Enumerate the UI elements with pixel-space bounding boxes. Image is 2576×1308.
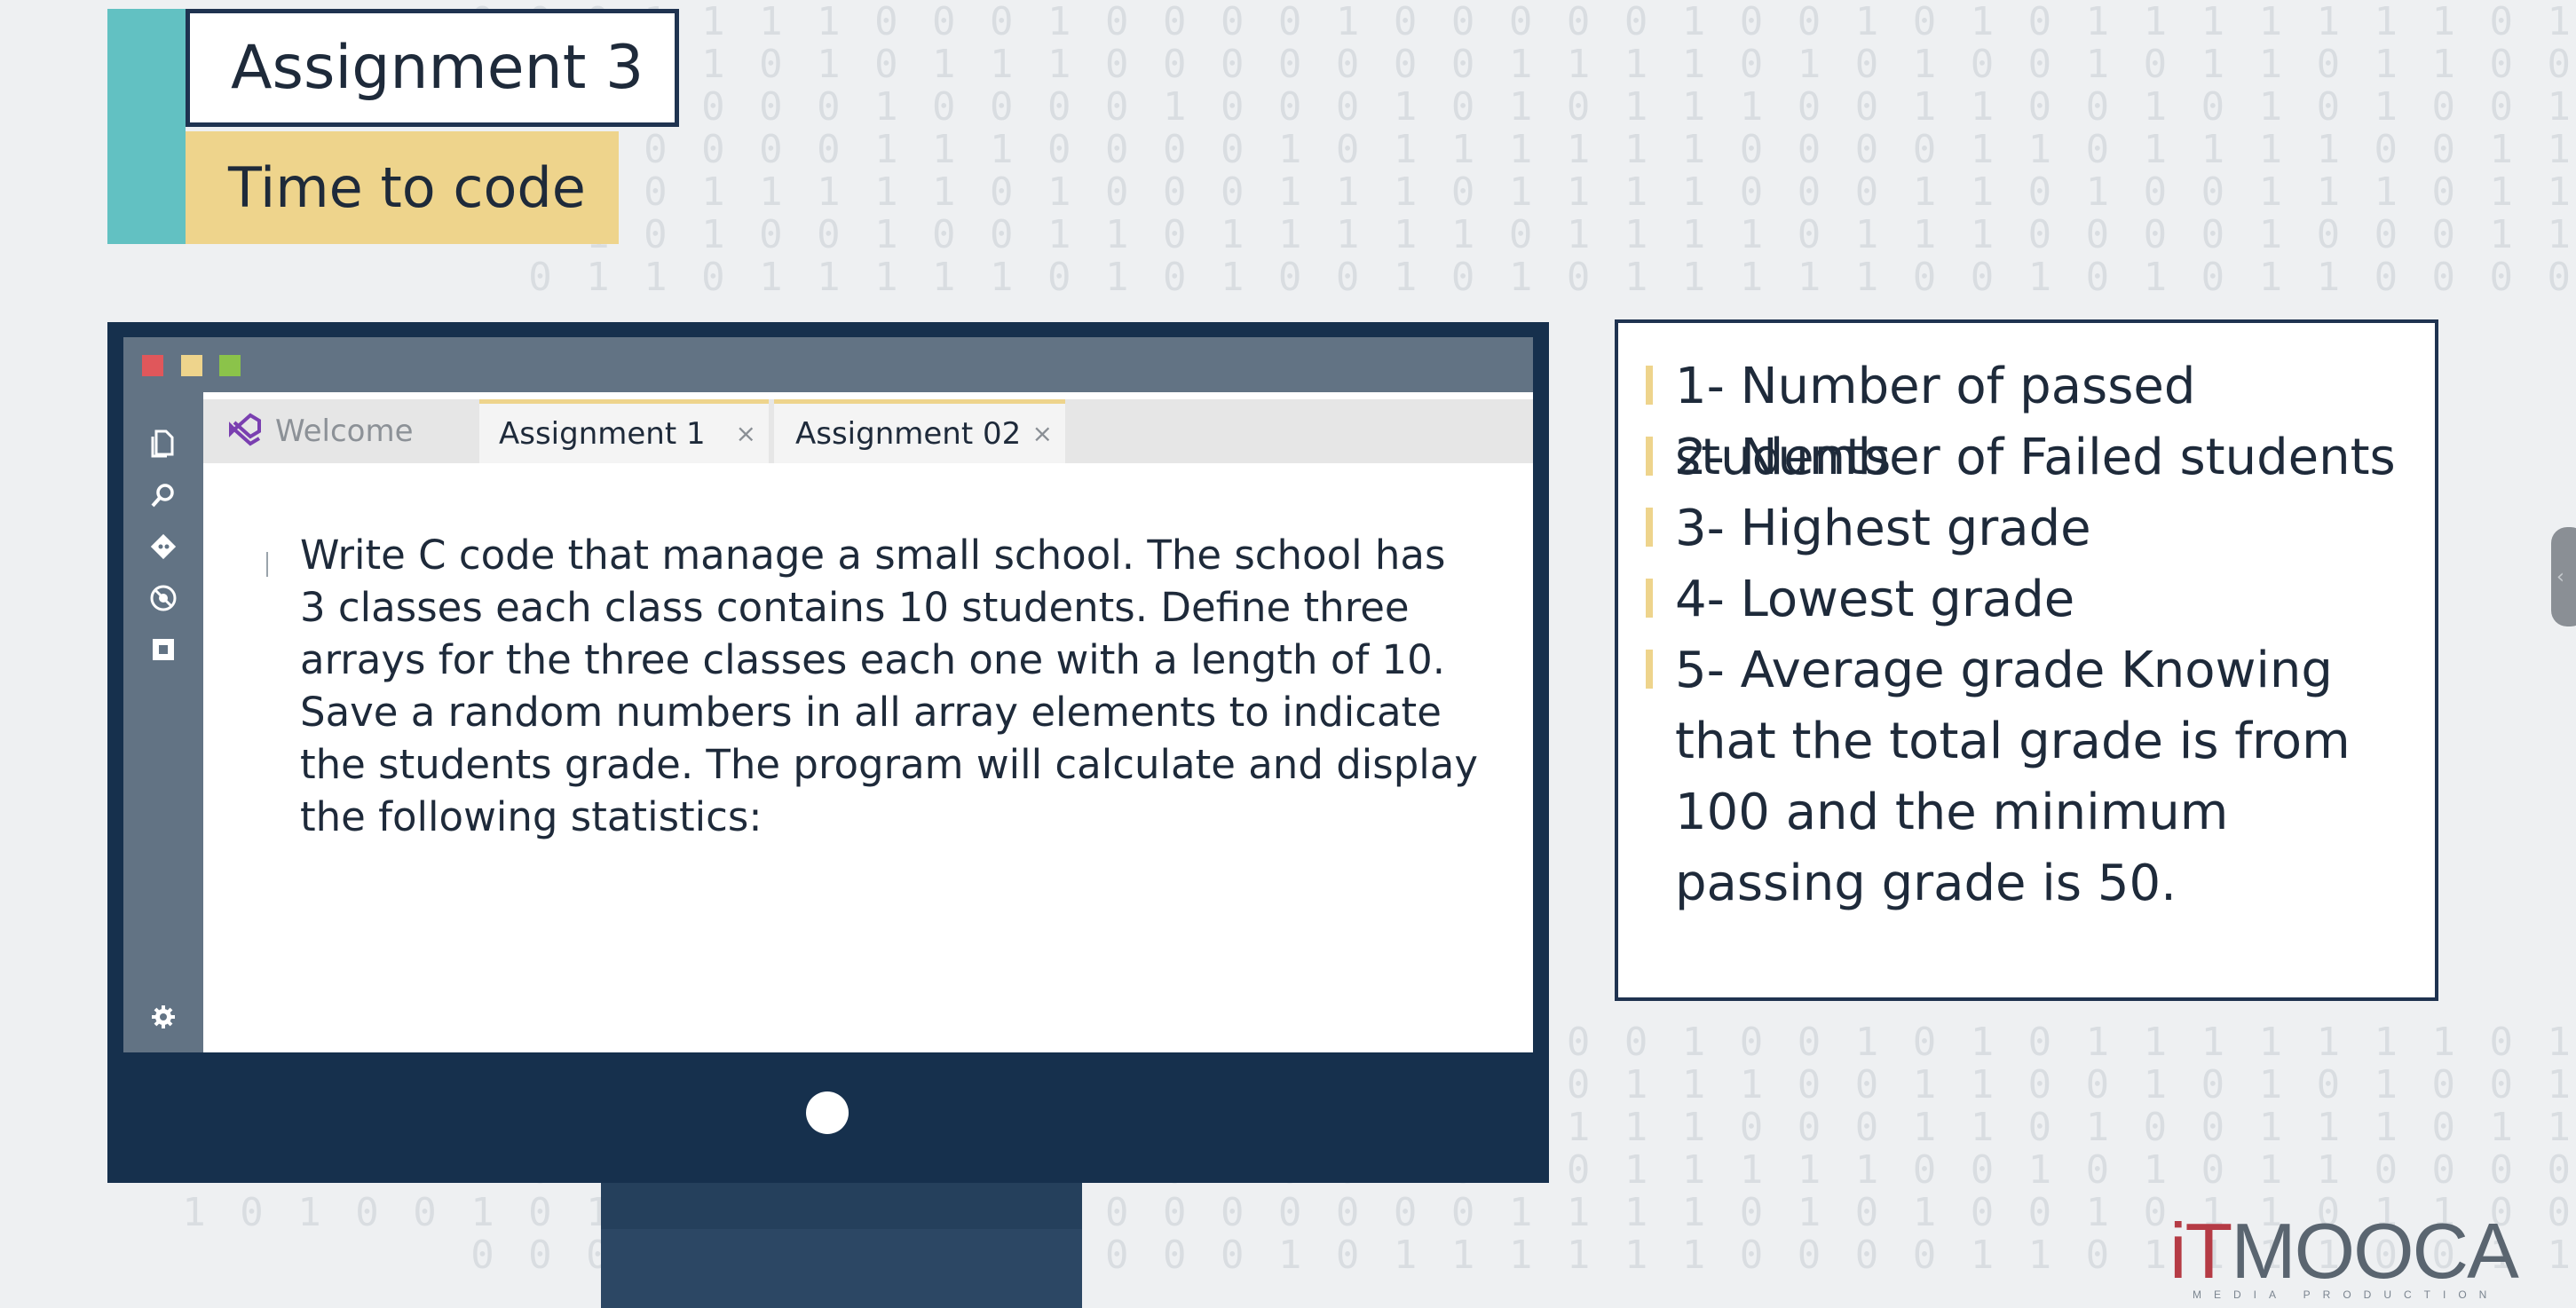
statistic-item: 2- Number of Failed students [1675, 429, 2396, 486]
close-tab-icon[interactable]: × [736, 419, 756, 448]
tab-assignment-1[interactable]: Assignment 1 × [479, 399, 769, 463]
files-icon[interactable] [147, 428, 179, 460]
close-window-dot[interactable] [142, 355, 163, 376]
visual-studio-icon [229, 413, 261, 446]
close-tab-icon[interactable]: × [1032, 419, 1053, 448]
maximize-window-dot[interactable] [219, 355, 241, 376]
tab-label: Assignment 1 [499, 415, 706, 452]
logo-tagline: MEDIA PRODUCTION [2193, 1288, 2500, 1301]
settings-gear-icon[interactable] [147, 1001, 179, 1033]
tab-label: Welcome [275, 414, 414, 449]
bullet-marker [1646, 508, 1653, 547]
git-icon[interactable] [147, 531, 179, 563]
binary-row: 0 0 0 0 0 0 0 1 1 1 0 0 0 0 1 0 1 1 1 1 … [470, 127, 2576, 172]
minimize-window-dot[interactable] [181, 355, 202, 376]
mooca-logo: iTMOOCA [2169, 1212, 2525, 1296]
logo-prefix: iT [2169, 1207, 2232, 1295]
statistic-item: 5- Average grade Knowing that the total … [1675, 642, 2351, 912]
search-icon[interactable] [147, 479, 179, 511]
bullet-marker [1646, 437, 1653, 476]
monitor-stand-shadow [601, 1183, 1082, 1229]
binary-row: 0 1 1 0 1 1 1 1 1 0 1 0 1 0 0 1 0 1 0 1 … [528, 255, 2576, 300]
debug-icon[interactable] [147, 582, 179, 614]
tab-label: Assignment 02 [795, 415, 1022, 452]
statistic-item: 4- Lowest grade [1675, 571, 2075, 628]
page-title: Assignment 3 [186, 9, 679, 127]
page-subtitle: Time to code [186, 131, 619, 244]
binary-row: 0 0 0 0 0 0 0 1 0 0 0 0 1 0 0 0 1 0 1 0 … [470, 84, 2576, 130]
binary-row: 0 0 0 1 1 1 1 0 0 0 1 0 0 0 0 1 0 0 0 0 … [470, 0, 2576, 44]
monitor-power-button [806, 1091, 849, 1134]
statistic-item: 3- Highest grade [1675, 500, 2091, 557]
binary-row: 1 0 1 0 0 1 0 0 1 1 0 1 1 1 1 1 0 1 1 1 … [586, 212, 2576, 257]
chevron-left-icon: ‹ [2556, 565, 2564, 588]
bullet-marker [1646, 650, 1653, 689]
extensions-icon[interactable] [147, 634, 179, 666]
title-accent-bar [107, 9, 186, 244]
bullet-marker [1646, 366, 1653, 405]
text-cursor [266, 552, 268, 577]
logo-name: MOOCA [2231, 1207, 2518, 1295]
side-panel-handle[interactable]: ‹ [2551, 527, 2576, 626]
tab-assignment-02[interactable]: Assignment 02 × [774, 399, 1065, 463]
tab-welcome[interactable]: Welcome [213, 399, 474, 463]
assignment-description: Write C code that manage a small school.… [300, 532, 1478, 840]
window-titlebar [123, 337, 1533, 392]
bullet-marker [1646, 579, 1653, 618]
